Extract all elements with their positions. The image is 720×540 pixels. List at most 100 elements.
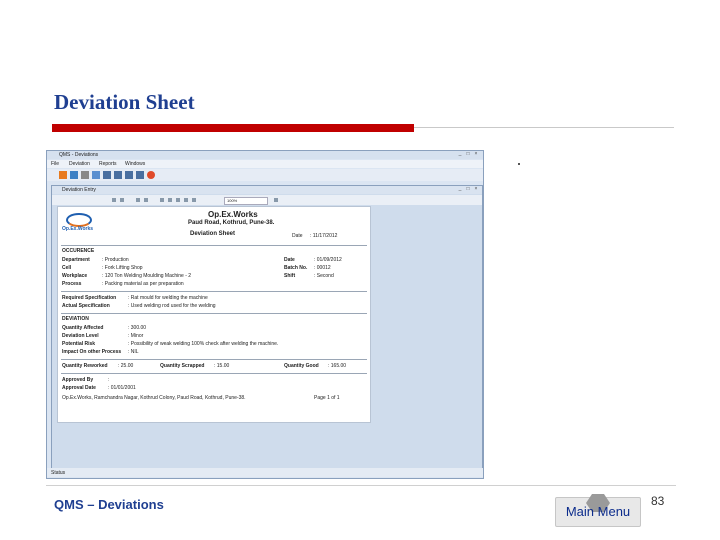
- potential-risk-value: : Possibility of weak welding 100% check…: [128, 341, 279, 347]
- new-icon[interactable]: [59, 171, 67, 179]
- qty-good-label: Quantity Good: [284, 363, 319, 369]
- deviation-level-value: : Minor: [128, 333, 144, 339]
- process-value: : Packing material as per preparation: [102, 281, 184, 287]
- previous-record-icon[interactable]: [114, 171, 122, 179]
- main-menu-button[interactable]: Main Menu: [555, 494, 641, 527]
- required-spec-value: : Rat mould for welding the machine: [128, 295, 208, 301]
- title-rule: [414, 127, 674, 128]
- menu-deviation[interactable]: Deviation: [69, 161, 90, 167]
- department-label: Department: [62, 257, 90, 263]
- report-doc-title: Deviation Sheet: [190, 231, 236, 237]
- report-footer-address: Op.Ex.Works, Ramchandra Nagar, Kothrud C…: [62, 395, 246, 401]
- report-window-title: Deviation Entry: [62, 187, 96, 193]
- stop-icon[interactable]: [160, 198, 164, 202]
- batch-label: Batch No.: [284, 265, 308, 271]
- impact-value: : NIL: [128, 349, 139, 355]
- qty-affected-label: Quantity Affected: [62, 325, 104, 331]
- report-viewer-toolbar: 100%: [52, 195, 482, 205]
- first-record-icon[interactable]: [103, 171, 111, 179]
- divider: [61, 373, 367, 374]
- toolbar: [47, 169, 483, 181]
- child-close-icon[interactable]: ×: [473, 187, 479, 192]
- qty-reworked-value: : 25.00: [118, 363, 134, 369]
- report-page-count: Page 1 of 1: [314, 395, 340, 401]
- maximize-icon[interactable]: □: [465, 152, 471, 157]
- report-window: Deviation Entry _ □ × 100% Op.Ex.Works O…: [51, 185, 483, 470]
- department-value: : Production: [102, 257, 129, 263]
- delete-icon[interactable]: [81, 171, 89, 179]
- exit-icon[interactable]: [147, 171, 155, 179]
- actual-spec-value: : Used welding rod used for the welding: [128, 303, 216, 309]
- main-menu-label: Main Menu: [565, 504, 631, 519]
- qty-scrapped-label: Quantity Scrapped: [160, 363, 205, 369]
- occ-date-label: Date: [284, 257, 295, 263]
- close-icon[interactable]: ×: [473, 152, 479, 157]
- divider: [61, 245, 367, 246]
- menubar: File Deviation Reports Windows: [47, 160, 483, 168]
- company-logo: [66, 213, 92, 227]
- divider: [61, 359, 367, 360]
- logo-text: Op.Ex.Works: [62, 226, 94, 232]
- cell-value: : Fork Lifting Shop: [102, 265, 143, 271]
- qty-scrapped-value: : 15.00: [214, 363, 230, 369]
- page-setup-icon[interactable]: [184, 198, 188, 202]
- workplace-value: : 120 Ton Welding Moulding Machine - 2: [102, 273, 192, 279]
- report-company: Op.Ex.Works: [208, 210, 258, 219]
- page-number: 83: [651, 494, 665, 508]
- approval-date-label: Approval Date: [62, 385, 96, 391]
- last-page-icon[interactable]: [144, 198, 148, 202]
- next-record-icon[interactable]: [125, 171, 133, 179]
- approved-by-value: :: [108, 377, 110, 383]
- actual-spec-label: Actual Specification: [62, 303, 110, 309]
- footer-rule: [46, 485, 676, 486]
- child-maximize-icon[interactable]: □: [465, 187, 471, 192]
- qty-good-value: : 165.00: [328, 363, 347, 369]
- report-date-value: : 11/17/2012: [310, 233, 338, 239]
- approved-by-label: Approved By: [62, 377, 94, 383]
- potential-risk-label: Potential Risk: [62, 341, 96, 347]
- approval-date-value: : 01/01/2001: [108, 385, 136, 391]
- status-text: Status: [51, 470, 66, 476]
- required-spec-label: Required Specification: [62, 295, 117, 301]
- child-minimize-icon[interactable]: _: [457, 187, 463, 192]
- cell-label: Cell: [62, 265, 72, 271]
- deviation-level-label: Deviation Level: [62, 333, 99, 339]
- divider: [61, 313, 367, 314]
- footer-label: QMS – Deviations: [54, 497, 164, 512]
- zoom-select[interactable]: 100%: [224, 197, 268, 205]
- save-icon[interactable]: [70, 171, 78, 179]
- qty-reworked-label: Quantity Reworked: [62, 363, 108, 369]
- deviation-heading: DEVIATION: [62, 316, 89, 322]
- app-window: QMS - Deviations _ □ × File Deviation Re…: [46, 150, 484, 479]
- report-address: Paud Road, Kothrud, Pune-38.: [188, 220, 275, 226]
- slide-title: Deviation Sheet: [54, 90, 195, 114]
- last-record-icon[interactable]: [136, 171, 144, 179]
- menu-reports[interactable]: Reports: [99, 161, 117, 167]
- edit-icon[interactable]: [92, 171, 100, 179]
- print-icon[interactable]: [176, 198, 180, 202]
- next-page-icon[interactable]: [136, 198, 140, 202]
- status-bar: Status: [47, 468, 483, 477]
- shift-label: Shift: [284, 273, 296, 279]
- first-page-icon[interactable]: [112, 198, 116, 202]
- occ-date-value: : 01/09/2012: [314, 257, 342, 263]
- workplace-label: Workplace: [62, 273, 88, 279]
- report-window-titlebar: Deviation Entry _ □ ×: [52, 186, 482, 194]
- minimize-icon[interactable]: _: [457, 152, 463, 157]
- shift-value: : Second: [314, 273, 334, 279]
- menu-windows[interactable]: Windows: [125, 161, 145, 167]
- export-icon[interactable]: [192, 198, 196, 202]
- report-page: Op.Ex.Works Op.Ex.Works Paud Road, Kothr…: [57, 206, 371, 423]
- prev-page-icon[interactable]: [120, 198, 124, 202]
- report-date-label: Date: [292, 233, 303, 239]
- stray-dot: [518, 163, 520, 165]
- qty-affected-value: : 300.00: [128, 325, 147, 331]
- divider: [61, 291, 367, 292]
- impact-label: Impact On other Process: [62, 349, 122, 355]
- refresh-icon[interactable]: [168, 198, 172, 202]
- process-label: Process: [62, 281, 82, 287]
- find-icon[interactable]: [274, 198, 278, 202]
- app-title: QMS - Deviations: [59, 152, 99, 158]
- app-titlebar: QMS - Deviations _ □ ×: [47, 151, 483, 159]
- menu-file[interactable]: File: [51, 161, 59, 167]
